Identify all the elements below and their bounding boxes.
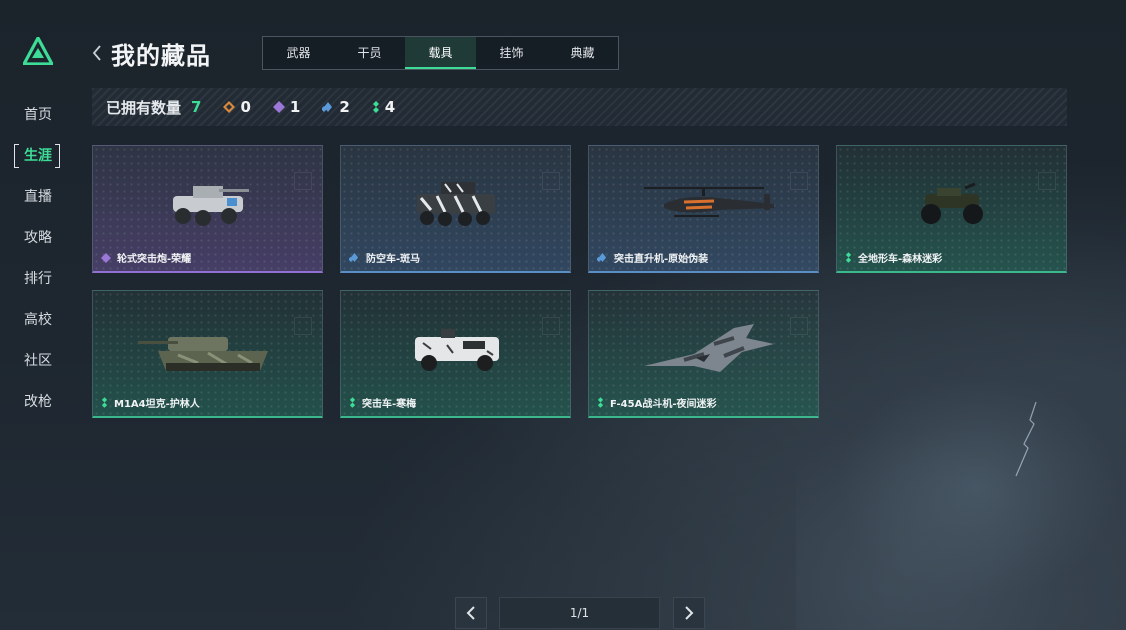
vehicle-name: M1A4坦克-护林人 [114,399,200,410]
chevron-right-icon [685,606,694,620]
tab-charms[interactable]: 挂饰 [476,37,547,69]
m1a4-tank-image [93,309,322,389]
rarity-green-stat: 4 [372,98,395,116]
vehicle-card-assault-vehicle[interactable]: 突击车-寒梅 [340,290,571,418]
atv-image [837,164,1066,244]
rarity-purple-count: 1 [289,98,301,116]
tab-vehicles[interactable]: 载具 [405,37,476,69]
vehicle-name: 防空车-斑马 [366,254,421,265]
lightning-decoration [1015,401,1037,477]
app-logo-icon[interactable] [23,37,53,65]
vehicle-card-f45a-fighter[interactable]: F-45A战斗机-夜间迷彩 [588,290,819,418]
tab-operators[interactable]: 干员 [334,37,405,69]
sidebar-item-live[interactable]: 直播 [14,182,62,212]
rarity-blue-stat: 2 [322,98,350,116]
chevron-left-icon [466,606,475,620]
sidebar-item-university[interactable]: 高校 [14,305,62,335]
rarity-orange-count: 0 [240,98,251,116]
aa-vehicle-image [341,164,570,244]
next-page-button[interactable] [673,597,705,629]
sidebar-item-ranking[interactable]: 排行 [14,264,62,294]
category-tabs: 武器 干员 载具 挂饰 典藏 [262,36,619,70]
orange-diamond-icon [223,101,236,113]
wheeled-assault-gun-image [93,164,322,244]
blue-diamond-icon [349,253,359,262]
tab-weapons[interactable]: 武器 [263,37,334,69]
vehicle-name: 突击直升机-原始伪装 [614,254,709,265]
blue-diamond-icon [322,102,333,112]
purple-diamond-icon [101,252,111,263]
page-title: 我的藏品 [111,42,211,70]
green-diamond-icon [845,252,852,263]
purple-diamond-icon [272,101,285,113]
sidebar-nav: 首页 生涯 直播 攻略 排行 高校 社区 改枪 [14,100,62,428]
storm-background [796,370,1126,630]
vehicle-name: 突击车-寒梅 [362,399,417,410]
back-icon[interactable] [92,44,102,62]
rarity-blue-count: 2 [339,98,350,116]
green-diamond-icon [349,397,356,408]
vehicle-card-aa-vehicle[interactable]: 防空车-斑马 [340,145,571,273]
f45a-fighter-image [589,309,818,389]
sidebar-item-gunsmith[interactable]: 改枪 [14,387,62,417]
green-diamond-icon [101,397,108,408]
sidebar-item-home[interactable]: 首页 [14,100,62,130]
owned-stats-bar: 已拥有数量 7 0 1 2 4 [92,88,1067,126]
attack-helicopter-image [589,164,818,244]
vehicle-name: 轮式突击炮-荣耀 [117,254,192,265]
blue-diamond-icon [597,253,607,262]
rarity-green-count: 4 [384,98,396,116]
rarity-orange-stat: 0 [223,98,251,116]
tab-collection[interactable]: 典藏 [547,37,618,69]
vehicle-name: 全地形车-森林迷彩 [858,254,943,265]
owned-count-value: 7 [191,98,202,116]
green-diamond-icon [597,397,604,408]
sidebar-item-community[interactable]: 社区 [14,346,62,376]
rarity-purple-stat: 1 [272,98,301,116]
vehicle-card-atv[interactable]: 全地形车-森林迷彩 [836,145,1067,273]
sidebar-item-career[interactable]: 生涯 [14,141,62,171]
owned-count-label: 已拥有数量 [106,98,182,117]
assault-vehicle-image [341,309,570,389]
prev-page-button[interactable] [455,597,487,629]
sidebar-item-guides[interactable]: 攻略 [14,223,62,253]
vehicle-card-attack-helicopter[interactable]: 突击直升机-原始伪装 [588,145,819,273]
vehicle-card-m1a4-tank[interactable]: M1A4坦克-护林人 [92,290,323,418]
page-indicator: 1/1 [499,597,660,629]
vehicle-card-wheeled-assault-gun[interactable]: 轮式突击炮-荣耀 [92,145,323,273]
green-diamond-icon [372,101,379,113]
vehicle-name: F-45A战斗机-夜间迷彩 [610,399,717,410]
